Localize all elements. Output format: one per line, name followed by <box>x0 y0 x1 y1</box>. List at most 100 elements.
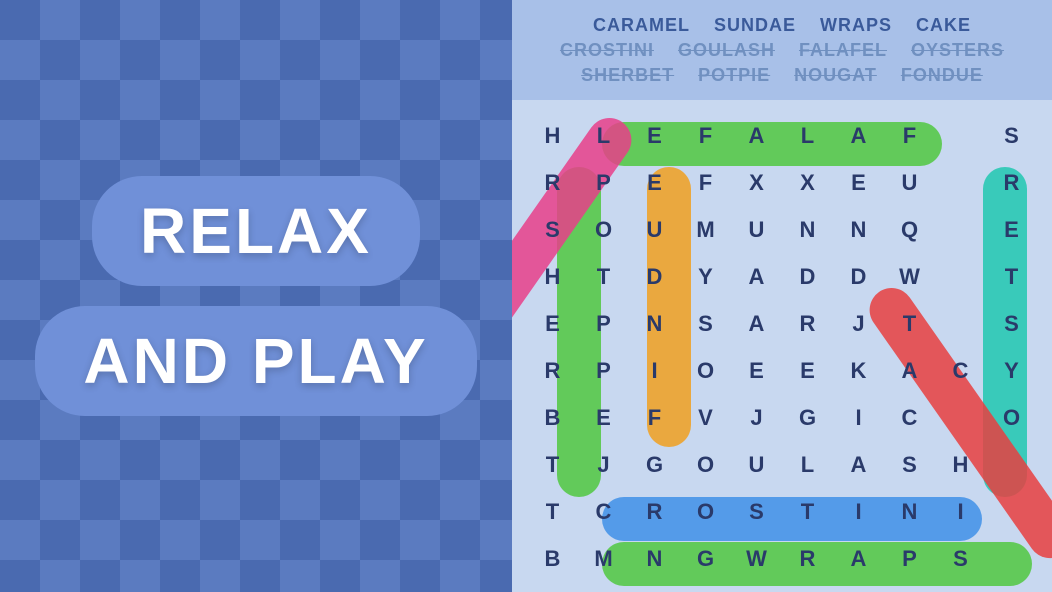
cell-7-0[interactable]: T <box>527 441 578 488</box>
cell-1-0[interactable]: R <box>527 159 578 206</box>
cell-9-1[interactable]: M <box>578 535 629 582</box>
cell-7-4[interactable]: U <box>731 441 782 488</box>
cell-1-3[interactable]: F <box>680 159 731 206</box>
cell-4-8[interactable] <box>935 300 986 347</box>
cell-5-1[interactable]: P <box>578 347 629 394</box>
cell-5-8[interactable]: C <box>935 347 986 394</box>
word-search-grid[interactable]: H L E F A L A F S R P E F X X E U R S O … <box>527 112 1037 582</box>
cell-1-7[interactable]: U <box>884 159 935 206</box>
cell-4-6[interactable]: J <box>833 300 884 347</box>
cell-2-5[interactable]: N <box>782 206 833 253</box>
cell-9-3[interactable]: G <box>680 535 731 582</box>
cell-8-8[interactable]: I <box>935 488 986 535</box>
cell-4-5[interactable]: R <box>782 300 833 347</box>
cell-5-2[interactable]: I <box>629 347 680 394</box>
cell-8-1[interactable]: C <box>578 488 629 535</box>
cell-0-6[interactable]: A <box>833 112 884 159</box>
cell-3-0[interactable]: H <box>527 253 578 300</box>
cell-0-8[interactable] <box>935 112 986 159</box>
cell-8-6[interactable]: I <box>833 488 884 535</box>
cell-5-6[interactable]: K <box>833 347 884 394</box>
cell-1-6[interactable]: E <box>833 159 884 206</box>
cell-4-3[interactable]: S <box>680 300 731 347</box>
cell-3-4[interactable]: A <box>731 253 782 300</box>
cell-0-7[interactable]: F <box>884 112 935 159</box>
cell-2-1[interactable]: O <box>578 206 629 253</box>
cell-7-7[interactable]: S <box>884 441 935 488</box>
cell-5-4[interactable]: E <box>731 347 782 394</box>
cell-4-2[interactable]: N <box>629 300 680 347</box>
cell-2-4[interactable]: U <box>731 206 782 253</box>
cell-7-6[interactable]: A <box>833 441 884 488</box>
cell-4-4[interactable]: A <box>731 300 782 347</box>
cell-5-9[interactable]: Y <box>986 347 1037 394</box>
cell-9-0[interactable]: B <box>527 535 578 582</box>
cell-6-6[interactable]: I <box>833 394 884 441</box>
cell-6-2[interactable]: F <box>629 394 680 441</box>
cell-0-4[interactable]: A <box>731 112 782 159</box>
cell-0-3[interactable]: F <box>680 112 731 159</box>
cell-9-9[interactable] <box>986 535 1037 582</box>
cell-5-0[interactable]: R <box>527 347 578 394</box>
cell-7-8[interactable]: H <box>935 441 986 488</box>
cell-7-5[interactable]: L <box>782 441 833 488</box>
cell-1-4[interactable]: X <box>731 159 782 206</box>
cell-2-6[interactable]: N <box>833 206 884 253</box>
cell-1-8[interactable] <box>935 159 986 206</box>
cell-6-8[interactable] <box>935 394 986 441</box>
cell-2-2[interactable]: U <box>629 206 680 253</box>
cell-6-7[interactable]: C <box>884 394 935 441</box>
cell-7-9[interactable] <box>986 441 1037 488</box>
cell-5-5[interactable]: E <box>782 347 833 394</box>
cell-3-9[interactable]: T <box>986 253 1037 300</box>
cell-7-2[interactable]: G <box>629 441 680 488</box>
cell-6-1[interactable]: E <box>578 394 629 441</box>
cell-3-2[interactable]: D <box>629 253 680 300</box>
cell-0-5[interactable]: L <box>782 112 833 159</box>
cell-5-3[interactable]: O <box>680 347 731 394</box>
cell-6-4[interactable]: J <box>731 394 782 441</box>
cell-2-9[interactable]: E <box>986 206 1037 253</box>
cell-7-1[interactable]: J <box>578 441 629 488</box>
cell-8-5[interactable]: T <box>782 488 833 535</box>
cell-2-7[interactable]: Q <box>884 206 935 253</box>
cell-4-9[interactable]: S <box>986 300 1037 347</box>
cell-4-1[interactable]: P <box>578 300 629 347</box>
cell-6-0[interactable]: B <box>527 394 578 441</box>
cell-8-0[interactable]: T <box>527 488 578 535</box>
cell-9-8[interactable]: S <box>935 535 986 582</box>
cell-8-7[interactable]: N <box>884 488 935 535</box>
cell-8-9[interactable] <box>986 488 1037 535</box>
cell-0-0[interactable]: H <box>527 112 578 159</box>
cell-1-1[interactable]: P <box>578 159 629 206</box>
cell-8-2[interactable]: R <box>629 488 680 535</box>
cell-2-3[interactable]: M <box>680 206 731 253</box>
cell-1-5[interactable]: X <box>782 159 833 206</box>
cell-3-8[interactable] <box>935 253 986 300</box>
cell-3-7[interactable]: W <box>884 253 935 300</box>
cell-2-0[interactable]: S <box>527 206 578 253</box>
cell-9-6[interactable]: A <box>833 535 884 582</box>
cell-6-9[interactable]: O <box>986 394 1037 441</box>
cell-3-6[interactable]: D <box>833 253 884 300</box>
cell-2-8[interactable] <box>935 206 986 253</box>
cell-4-0[interactable]: E <box>527 300 578 347</box>
cell-3-1[interactable]: T <box>578 253 629 300</box>
cell-0-2[interactable]: E <box>629 112 680 159</box>
cell-6-3[interactable]: V <box>680 394 731 441</box>
cell-9-2[interactable]: N <box>629 535 680 582</box>
cell-4-7[interactable]: T <box>884 300 935 347</box>
cell-1-9[interactable]: R <box>986 159 1037 206</box>
cell-3-5[interactable]: D <box>782 253 833 300</box>
cell-1-2[interactable]: E <box>629 159 680 206</box>
cell-9-5[interactable]: R <box>782 535 833 582</box>
cell-8-4[interactable]: S <box>731 488 782 535</box>
cell-3-3[interactable]: Y <box>680 253 731 300</box>
cell-6-5[interactable]: G <box>782 394 833 441</box>
cell-9-7[interactable]: P <box>884 535 935 582</box>
cell-7-3[interactable]: O <box>680 441 731 488</box>
cell-5-7[interactable]: A <box>884 347 935 394</box>
cell-0-1[interactable]: L <box>578 112 629 159</box>
cell-0-9[interactable]: S <box>986 112 1037 159</box>
cell-8-3[interactable]: O <box>680 488 731 535</box>
